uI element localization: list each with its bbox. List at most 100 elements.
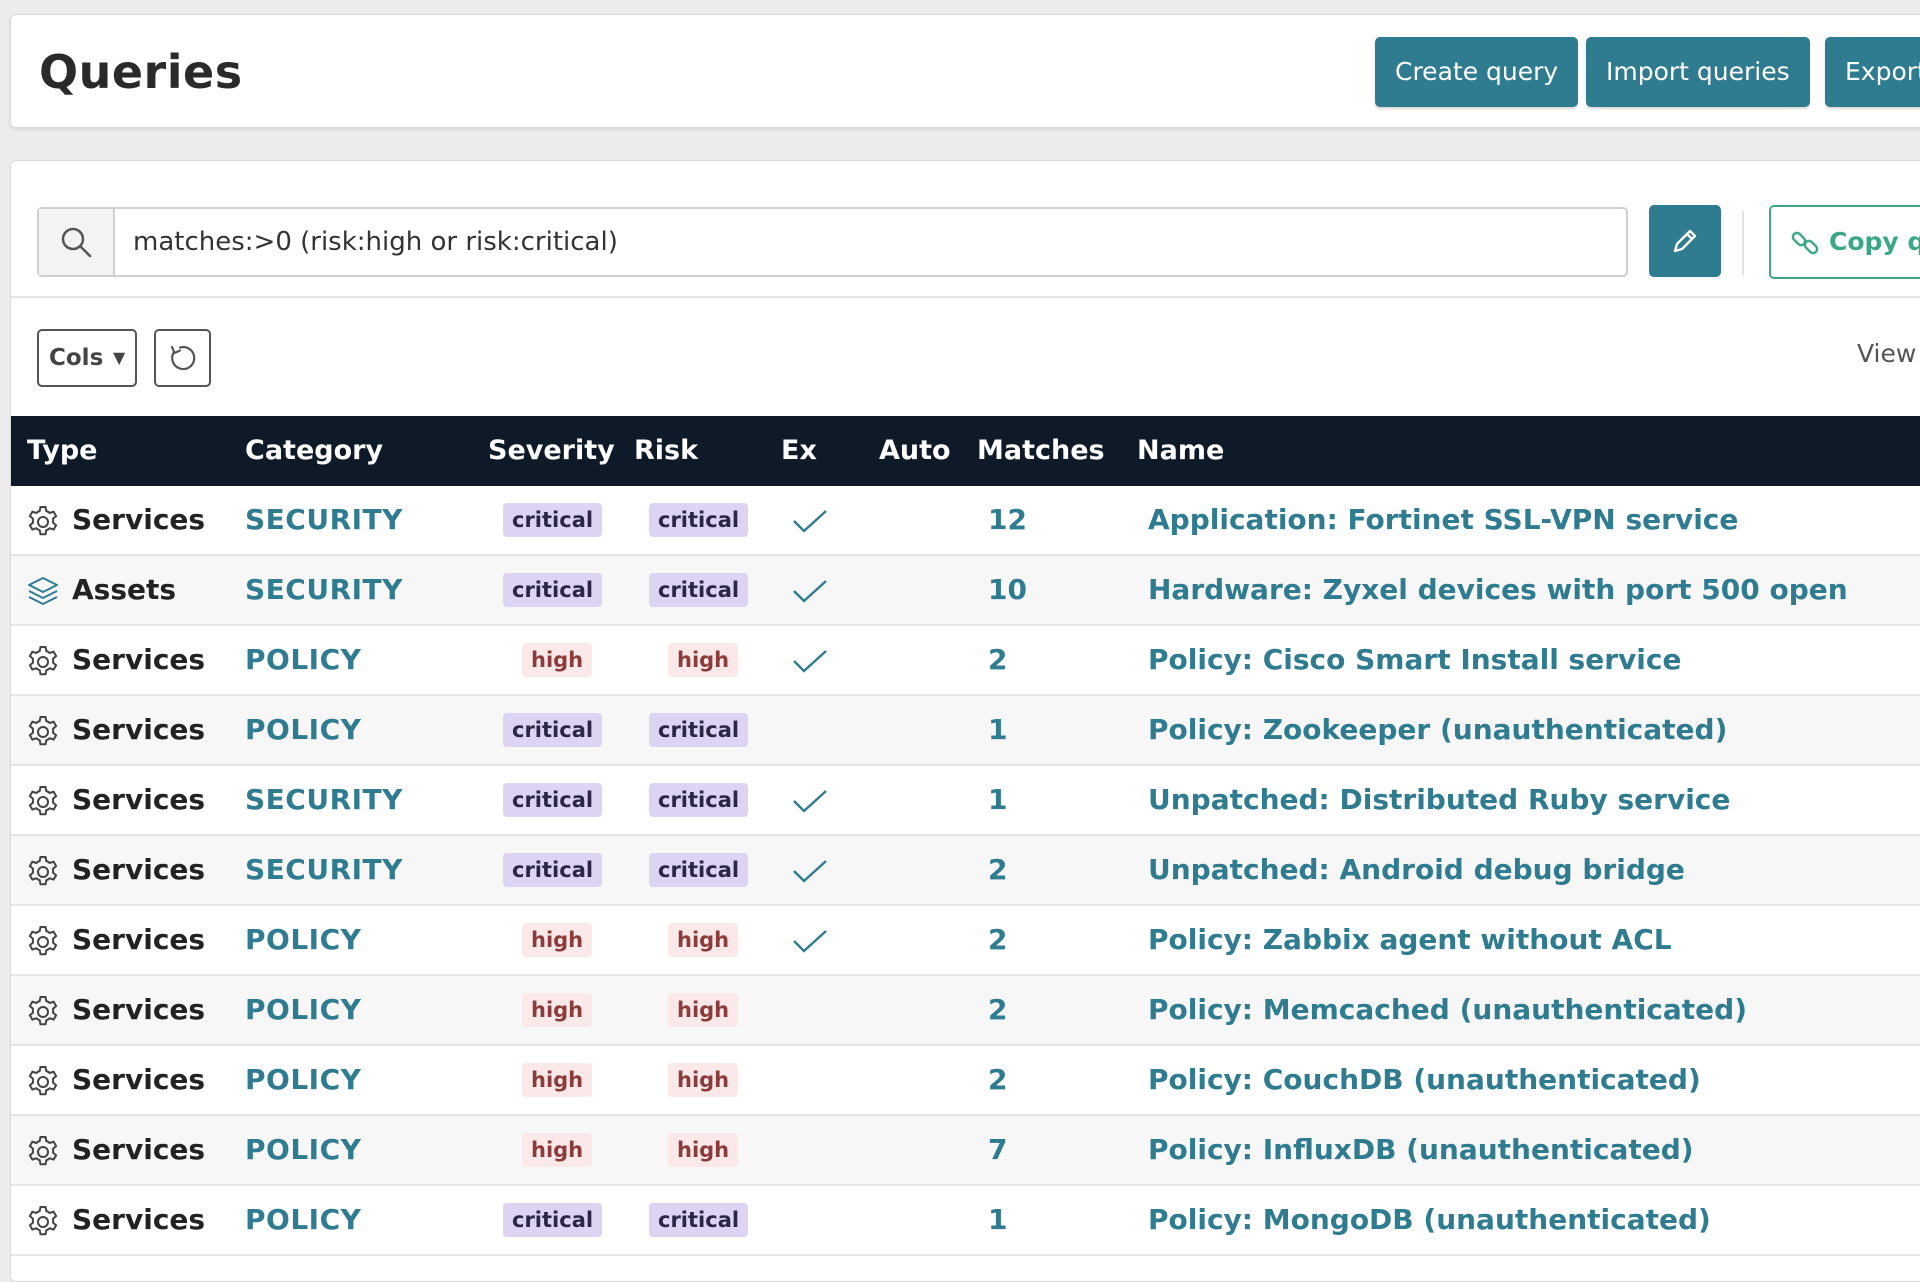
severity-badge: high	[522, 923, 593, 957]
column-header-matches[interactable]: Matches	[977, 416, 1105, 486]
risk-badge: high	[668, 993, 739, 1027]
matches-link[interactable]: 1	[988, 766, 1007, 834]
import-queries-button[interactable]: Import queries	[1586, 37, 1810, 107]
query-name-link[interactable]: Application: Fortinet SSL-VPN service	[1148, 486, 1738, 554]
risk-badge: critical	[649, 1203, 749, 1237]
gear-icon	[25, 1134, 61, 1174]
category-link[interactable]: POLICY	[245, 906, 361, 974]
check-icon	[791, 646, 829, 680]
table-row[interactable]: Services POLICY high high 2 Policy: Cisco Sma…	[11, 626, 1920, 696]
copy-query-button[interactable]: Copy q	[1769, 205, 1920, 279]
search-query-text[interactable]: matches:>0 (risk:high or risk:critical)	[133, 209, 618, 275]
query-name-link[interactable]: Policy: Zookeeper (unauthenticated)	[1148, 696, 1727, 764]
check-icon	[791, 926, 829, 960]
severity-badge: high	[522, 643, 593, 677]
table-row[interactable]: Services SECURITY critical critical 12 Applic…	[11, 486, 1920, 556]
risk-badge: high	[668, 1063, 739, 1097]
query-name-link[interactable]: Policy: Zabbix agent without ACL	[1148, 906, 1672, 974]
reset-columns-button[interactable]	[154, 329, 211, 387]
caret-down-icon: ▼	[113, 348, 126, 367]
column-header-category[interactable]: Category	[245, 416, 383, 486]
search-icon	[39, 209, 115, 275]
matches-link[interactable]: 10	[988, 556, 1027, 624]
risk-badge: critical	[649, 713, 749, 747]
column-header-name[interactable]: Name	[1137, 416, 1224, 486]
type-cell: Services	[72, 1063, 206, 1096]
toolbar-divider	[1742, 211, 1744, 275]
table-row[interactable]: Services POLICY critical critical 1 Policy: Z…	[11, 696, 1920, 766]
create-query-button[interactable]: Create query	[1375, 37, 1579, 107]
category-link[interactable]: SECURITY	[245, 836, 403, 904]
gear-icon	[25, 644, 61, 684]
query-name-link[interactable]: Unpatched: Android debug bridge	[1148, 836, 1685, 904]
table-row[interactable]: Assets SECURITY critical critical 10 Hardware…	[11, 556, 1920, 626]
matches-link[interactable]: 2	[988, 906, 1007, 974]
type-cell: Services	[72, 993, 206, 1026]
severity-badge: critical	[503, 783, 603, 817]
pencil-icon	[1673, 229, 1697, 253]
category-link[interactable]: SECURITY	[245, 486, 403, 554]
edit-query-button[interactable]	[1649, 205, 1721, 277]
category-link[interactable]: POLICY	[245, 976, 361, 1044]
matches-link[interactable]: 2	[988, 1046, 1007, 1114]
table-row[interactable]: Services POLICY high high 2 Policy: Zabbix ag…	[11, 906, 1920, 976]
gear-icon	[25, 504, 61, 544]
category-link[interactable]: POLICY	[245, 1186, 361, 1254]
severity-badge: critical	[503, 573, 603, 607]
matches-link[interactable]: 1	[988, 1186, 1007, 1254]
table-row[interactable]: Services POLICY high high 2 Policy: Memcached…	[11, 976, 1920, 1046]
type-cell: Services	[72, 1203, 206, 1236]
category-link[interactable]: POLICY	[245, 1116, 361, 1184]
search-input[interactable]: matches:>0 (risk:high or risk:critical)	[37, 207, 1628, 277]
matches-link[interactable]: 2	[988, 976, 1007, 1044]
type-cell: Services	[72, 853, 206, 886]
column-header-auto[interactable]: Auto	[879, 416, 951, 486]
query-name-link[interactable]: Hardware: Zyxel devices with port 500 op…	[1148, 556, 1848, 624]
view-label[interactable]: View	[1857, 339, 1916, 368]
gear-icon	[25, 854, 61, 894]
check-icon	[791, 576, 829, 610]
gear-icon	[25, 994, 61, 1034]
category-link[interactable]: POLICY	[245, 1046, 361, 1114]
query-name-link[interactable]: Policy: MongoDB (unauthenticated)	[1148, 1186, 1711, 1254]
matches-link[interactable]: 2	[988, 836, 1007, 904]
category-link[interactable]: SECURITY	[245, 766, 403, 834]
check-icon	[791, 506, 829, 540]
layers-icon	[25, 574, 61, 614]
severity-badge: critical	[503, 713, 603, 747]
query-name-link[interactable]: Policy: InfluxDB (unauthenticated)	[1148, 1116, 1694, 1184]
gear-icon	[25, 714, 61, 754]
risk-badge: critical	[649, 853, 749, 887]
matches-link[interactable]: 2	[988, 626, 1007, 694]
type-cell: Assets	[72, 573, 177, 606]
table-row[interactable]: Services POLICY high high 7 Policy: InfluxDB …	[11, 1116, 1920, 1186]
matches-link[interactable]: 7	[988, 1116, 1007, 1184]
gear-icon	[25, 784, 61, 824]
risk-badge: high	[668, 643, 739, 677]
check-icon	[791, 856, 829, 890]
table-row[interactable]: Services POLICY critical critical 1 Policy: M…	[11, 1186, 1920, 1256]
refresh-icon	[170, 345, 196, 371]
type-cell: Services	[72, 503, 206, 536]
column-header-ex[interactable]: Ex	[781, 416, 817, 486]
category-link[interactable]: POLICY	[245, 626, 361, 694]
column-header-severity[interactable]: Severity	[488, 416, 615, 486]
query-name-link[interactable]: Policy: Memcached (unauthenticated)	[1148, 976, 1747, 1044]
column-header-type[interactable]: Type	[27, 416, 97, 486]
category-link[interactable]: POLICY	[245, 696, 361, 764]
query-name-link[interactable]: Unpatched: Distributed Ruby service	[1148, 766, 1730, 834]
export-button[interactable]: Export	[1825, 37, 1920, 107]
matches-link[interactable]: 12	[988, 486, 1027, 554]
cols-label: Cols	[49, 345, 104, 371]
query-name-link[interactable]: Policy: Cisco Smart Install service	[1148, 626, 1681, 694]
table-row[interactable]: Services SECURITY critical critical 2 Unpatch…	[11, 836, 1920, 906]
column-header-risk[interactable]: Risk	[634, 416, 698, 486]
query-name-link[interactable]: Policy: CouchDB (unauthenticated)	[1148, 1046, 1701, 1114]
cols-dropdown[interactable]: Cols ▼	[37, 329, 137, 387]
matches-link[interactable]: 1	[988, 696, 1007, 764]
link-icon	[1791, 231, 1819, 255]
table-row[interactable]: Services POLICY high high 2 Policy: CouchDB (…	[11, 1046, 1920, 1116]
risk-badge: critical	[649, 503, 749, 537]
table-row[interactable]: Services SECURITY critical critical 1 Unpatch…	[11, 766, 1920, 836]
category-link[interactable]: SECURITY	[245, 556, 403, 624]
